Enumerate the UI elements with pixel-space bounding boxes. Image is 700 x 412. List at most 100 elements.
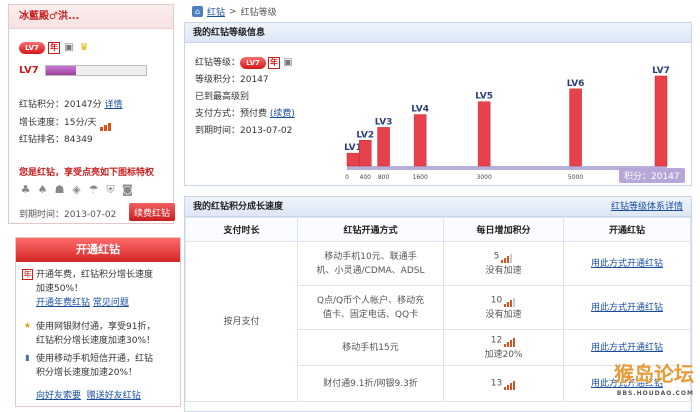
speed-bars-icon [504, 293, 516, 308]
current-score-tag: 积分：20147 [619, 168, 685, 183]
pay-option-mobile: ▮ 使用移动手机短信开通，红钻 积分增长速度加速20%！ [22, 352, 178, 380]
chart-bar-lv3 [377, 127, 390, 167]
rank-line: 红钻排名：84349 [19, 135, 93, 145]
level-line: 红钻等级： LV7 年 ▣ [195, 56, 293, 69]
chart-bar-label: LV7 [652, 66, 670, 76]
privilege-icon-1[interactable]: ♣ [19, 183, 32, 196]
table-row: 按月支付 移动手机10元、联通手 机、小灵通/CDMA、ADSL 5 没有加速用此方式开… [185, 241, 691, 402]
mobile-phone-icon: ▮ [25, 353, 30, 362]
privilege-icon-7[interactable]: ◙ [121, 183, 134, 196]
chart-bar-label: LV3 [375, 117, 393, 127]
speed-bars-icon [99, 114, 112, 131]
user-badges: LV7 年 ▣ ♛ [19, 41, 90, 55]
level-label: LV7 [19, 65, 39, 76]
tenpay-icon: ★ [23, 321, 32, 330]
speed-line: 增长速度：15分/天 [19, 114, 123, 132]
privilege-icons: ♣ ♠ ☗ ◈ ☂ ⛨ ◙ [19, 183, 134, 196]
gift-friend-link[interactable]: 赠送好友红钻 [87, 391, 141, 401]
level-info-panel: 我的红钻等级信息 红钻等级： LV7 年 ▣ 等级积分：20147 已到最高级别 支付… [184, 22, 692, 186]
level-expire-line: 到期时间：2013-07-02 [195, 126, 293, 136]
open-cell: 用此方式开通红钻 [563, 241, 691, 286]
ask-friend-link[interactable]: 向好友索要 [36, 391, 81, 401]
open-red-diamond-box: 开通红钻 年开通年费，红钻积分增长速度 加速50%！ 开通年费红钻 常见问题 ★… [15, 237, 181, 407]
level-chart: LV1 0 LV2 400 LV3 800 LV4 1600 LV5 3000 LV6 5000 LV7… [341, 47, 685, 181]
privilege-icon-2[interactable]: ♠ [36, 183, 49, 196]
computer-icon: ▣ [283, 56, 293, 68]
pay-option-tenpay: ★ 使用网银财付通，享受91折， 红钻积分增长速度加速30%！ [23, 321, 156, 346]
open-red-diamond-button[interactable]: 开通红钻 [16, 238, 180, 262]
friend-links: 向好友索要 赠送好友红钻 [36, 388, 141, 401]
detail-link[interactable]: 详情 [105, 100, 123, 110]
level-row: LV7 [19, 65, 147, 76]
method-cell: 移动手机10元、联通手 机、小灵通/CDMA、ADSL [297, 241, 444, 286]
level-bar-chart: LV10LV2400LV3800LV41600LV53000LV65000LV7… [344, 66, 675, 181]
chart-tick-label: 400 [360, 174, 372, 181]
user-name[interactable]: 冰藍殿♂洪... [9, 5, 173, 29]
method-cell: 财付通9.1折/网银9.3折 [297, 365, 444, 402]
points-cell: 12 加速20% [443, 329, 564, 366]
privilege-icon-4[interactable]: ◈ [70, 183, 83, 196]
chart-bar-lv4 [413, 114, 427, 167]
breadcrumb-current: 红钻等级 [240, 8, 277, 18]
computer-icon[interactable]: ▣ [63, 42, 75, 54]
open-year-link[interactable]: 开通年费红钻 [36, 298, 90, 308]
points-cell: 10 没有加速 [443, 285, 564, 330]
main-content: ⌂ 红钻 > 红钻等级 我的红钻等级信息 红钻等级： LV7 年 ▣ 等级积分：201… [184, 0, 692, 412]
level-score-line: 等级积分：20147 [195, 75, 269, 85]
table-header-row: 支付时长 红钻开通方式 每日增加积分 开通红钻 [185, 217, 691, 242]
renew-link[interactable]: (续费) [270, 109, 295, 119]
chart-bar-label: LV2 [356, 130, 374, 140]
open-with-method-link[interactable]: 用此方式开通红钻 [591, 303, 663, 313]
renew-red-diamond-button[interactable]: 续费红钻 [129, 203, 175, 221]
speed-bars-icon [504, 376, 516, 391]
chart-tick-label: 3000 [477, 174, 492, 181]
red-diamond-badge-icon: LV7 [240, 56, 267, 69]
period-cell: 按月支付 [185, 241, 298, 402]
open-with-method-link[interactable]: 用此方式开通红钻 [591, 259, 663, 269]
chart-tick-label: 0 [345, 174, 349, 181]
chart-tick-label: 5000 [568, 174, 583, 181]
col-points: 每日增加积分 [443, 217, 564, 242]
chart-bar-label: LV4 [411, 105, 429, 115]
chart-bar-lv1 [346, 152, 360, 167]
level-progress-fill [45, 66, 76, 75]
method-cell: 移动手机15元 [297, 329, 444, 366]
privilege-icon-5[interactable]: ☂ [87, 183, 100, 196]
privilege-icon-3[interactable]: ☗ [53, 183, 66, 196]
year-badge-icon[interactable]: 年 [48, 42, 60, 54]
level-info-list: 红钻等级： LV7 年 ▣ 等级积分：20147 已到最高级别 支付方式：预付费 (续… [195, 55, 295, 140]
chart-tick-label: 1600 [413, 174, 428, 181]
method-cell: Q点/Q币个人帐户、移动充 值卡、固定电话、QQ卡 [297, 285, 444, 330]
chart-bar-label: LV5 [475, 92, 493, 102]
max-level-line: 已到最高级别 [195, 92, 250, 102]
breadcrumb-root[interactable]: 红钻 [207, 5, 225, 18]
chart-bar-lv2 [359, 140, 372, 167]
speed-bars-icon [504, 333, 516, 348]
home-icon[interactable]: ⌂ [192, 6, 203, 17]
red-diamond-badge-icon[interactable]: LV7 [19, 42, 45, 54]
level-progress-bar [44, 65, 147, 76]
chart-tick-label: 800 [378, 174, 390, 181]
open-cell: 用此方式开通红钻 [563, 329, 691, 366]
pay-method-line: 支付方式：预付费 (续费) [195, 109, 295, 119]
expire-date: 到期时间：2013-07-02 [19, 210, 117, 220]
crown-icon[interactable]: ♛ [78, 42, 90, 54]
pay-option-year: 年开通年费，红钻积分增长速度 加速50%！ 开通年费红钻 常见问题 [22, 269, 154, 308]
open-with-method-link[interactable]: 用此方式开通红钻 [591, 343, 663, 353]
privilege-icon-6[interactable]: ⛨ [104, 183, 117, 196]
speed-bars-icon [501, 249, 513, 264]
chart-bar-lv5 [477, 101, 491, 167]
user-stats: 红钻积分：20147分 详情 增长速度：15分/天 红钻排名：84349 [19, 97, 123, 149]
growth-panel-title: 我的红钻积分成长速度 红钻等级体系详情 [185, 197, 691, 217]
year-badge-icon: 年 [22, 269, 33, 280]
score-line: 红钻积分：20147分 详情 [19, 100, 123, 110]
chart-bar-lv6 [569, 88, 582, 167]
faq-link[interactable]: 常见问题 [93, 298, 129, 308]
chart-bar-label: LV6 [567, 79, 585, 89]
left-sidebar: 冰藍殿♂洪... LV7 年 ▣ ♛ LV7 红钻积分：20147分 详情 增长… [8, 0, 181, 412]
col-method: 红钻开通方式 [297, 217, 444, 242]
level-system-link[interactable]: 红钻等级体系详情 [611, 197, 683, 217]
points-cell: 5 没有加速 [443, 241, 564, 286]
col-period: 支付时长 [185, 217, 298, 242]
level-panel-title: 我的红钻等级信息 [185, 23, 691, 43]
